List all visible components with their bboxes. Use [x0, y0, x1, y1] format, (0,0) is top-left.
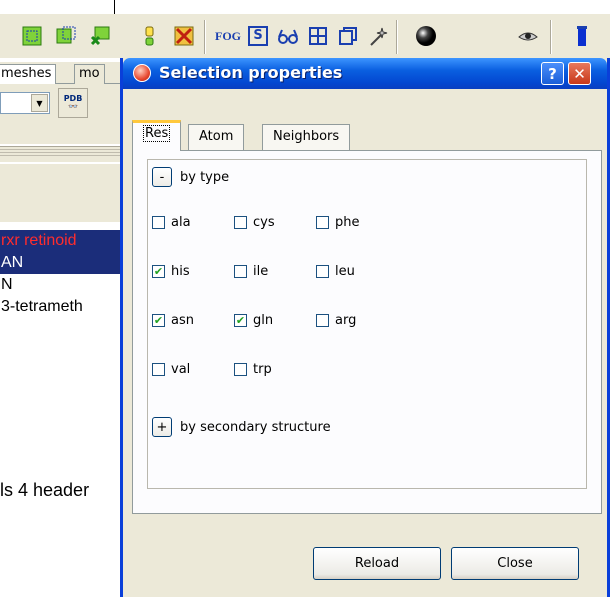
check-mark-icon: ✔: [153, 265, 164, 278]
tab-res[interactable]: Res: [132, 120, 182, 151]
select-add-icon[interactable]: [54, 24, 78, 48]
left-controls: ▼ PDB 👓: [0, 84, 124, 144]
box-grid-icon[interactable]: [306, 24, 330, 48]
list-item[interactable]: 3-tetrameth: [0, 296, 124, 318]
checkbox-label: cys: [253, 215, 275, 230]
checkbox-label: phe: [335, 215, 360, 230]
header-text: ls 4 header: [0, 480, 90, 500]
checkbox-box[interactable]: [152, 216, 165, 229]
main-toolbar: FOG S: [0, 14, 610, 58]
checkbox-cys[interactable]: cys: [234, 215, 275, 230]
checkbox-ala[interactable]: ala: [152, 215, 191, 230]
select-sidechain-icon[interactable]: [138, 24, 162, 48]
by-secondary-structure-group: + by secondary structure: [152, 415, 331, 439]
checkbox-asn[interactable]: ✔ asn: [152, 313, 194, 328]
selection-properties-dialog: Selection properties ? ✕ Res Atom Neighb…: [120, 58, 610, 597]
divider: [0, 146, 124, 162]
molecule-list: rxr retinoid AN N 3-tetrameth: [0, 230, 124, 318]
checkbox-trp[interactable]: trp: [234, 362, 272, 377]
s-label: S: [248, 26, 268, 46]
collapse-button[interactable]: -: [152, 167, 172, 187]
checkbox-label: asn: [171, 313, 194, 328]
box-outline-icon[interactable]: [336, 24, 360, 48]
toolbar-separator: [396, 20, 398, 54]
checkbox-box[interactable]: [234, 265, 247, 278]
checkbox-label: trp: [253, 362, 272, 377]
select-green-icon[interactable]: [20, 24, 44, 48]
tab-res-label: Res: [143, 125, 171, 142]
left-panel: meshes mo ▼ PDB 👓 rxr retinoid AN N 3-te…: [0, 58, 124, 597]
checkbox-phe[interactable]: phe: [316, 215, 360, 230]
checkbox-label: gln: [253, 313, 274, 328]
checkbox-box[interactable]: [152, 363, 165, 376]
checkbox-box[interactable]: [316, 314, 329, 327]
dialog-titlebar[interactable]: Selection properties ? ✕: [123, 58, 607, 89]
checkbox-box[interactable]: ✔: [152, 314, 165, 327]
help-button[interactable]: ?: [541, 62, 564, 85]
reload-button[interactable]: Reload: [313, 547, 441, 580]
checkbox-his[interactable]: ✔ his: [152, 264, 190, 279]
delete-selection-icon[interactable]: [172, 24, 196, 48]
check-mark-icon: ✔: [153, 314, 164, 327]
checkbox-box[interactable]: [316, 216, 329, 229]
close-button[interactable]: Close: [451, 547, 579, 580]
toolbar-separator: [204, 20, 206, 54]
pdb-button[interactable]: PDB 👓: [58, 88, 88, 118]
check-mark-icon: ✔: [235, 314, 246, 327]
dialog-title: Selection properties: [159, 63, 343, 82]
wand-icon[interactable]: [366, 24, 390, 48]
list-item[interactable]: N: [0, 274, 124, 296]
checkbox-label: leu: [335, 264, 355, 279]
checkbox-val[interactable]: val: [152, 362, 190, 377]
by-type-group: - by type: [152, 165, 229, 189]
by-secondary-structure-label: by secondary structure: [180, 419, 331, 435]
close-window-button[interactable]: ✕: [568, 62, 591, 85]
res-tab-panel: - by type ala cys phe ✔ his ile leu ✔ as…: [132, 150, 602, 514]
checkbox-label: ala: [171, 215, 191, 230]
tab-mo[interactable]: mo: [74, 64, 105, 84]
checkbox-gln[interactable]: ✔ gln: [234, 313, 273, 328]
binoculars-icon: 👓: [68, 102, 78, 111]
checkbox-box[interactable]: [234, 216, 247, 229]
checkbox-box[interactable]: [234, 363, 247, 376]
sphere-icon[interactable]: [414, 24, 438, 48]
cylinder-icon[interactable]: [570, 24, 594, 48]
list-item[interactable]: rxr retinoid: [0, 230, 124, 252]
glasses-icon[interactable]: [276, 24, 300, 48]
checkbox-ile[interactable]: ile: [234, 264, 268, 279]
app-icon: [133, 64, 151, 82]
expand-button[interactable]: +: [152, 417, 172, 437]
checkbox-label: ile: [253, 264, 269, 279]
tab-atom[interactable]: Atom: [188, 124, 245, 150]
checkbox-label: val: [171, 362, 191, 377]
s-button[interactable]: S: [246, 24, 270, 48]
list-item[interactable]: AN: [0, 252, 124, 274]
panel-background: [0, 164, 124, 222]
structure-combo[interactable]: ▼: [0, 92, 50, 114]
select-move-icon[interactable]: [88, 24, 112, 48]
checkbox-box[interactable]: ✔: [152, 265, 165, 278]
checkbox-label: his: [171, 264, 190, 279]
left-tabstrip: meshes mo: [0, 62, 124, 84]
checkbox-label: arg: [335, 313, 357, 328]
eye-icon[interactable]: [516, 24, 540, 48]
tab-meshes[interactable]: meshes: [0, 64, 57, 84]
fog-button[interactable]: FOG: [215, 24, 241, 48]
checkbox-box[interactable]: [316, 265, 329, 278]
tab-neighbors[interactable]: Neighbors: [262, 124, 351, 150]
dialog-tabs: Res Atom Neighbors: [132, 120, 602, 152]
checkbox-arg[interactable]: arg: [316, 313, 356, 328]
by-type-label: by type: [180, 169, 230, 185]
checkbox-box[interactable]: ✔: [234, 314, 247, 327]
dropdown-arrow-icon[interactable]: ▼: [31, 94, 48, 112]
toolbar-separator: [550, 20, 552, 54]
group-frame: - by type ala cys phe ✔ his ile leu ✔ as…: [147, 159, 587, 489]
checkbox-leu[interactable]: leu: [316, 264, 355, 279]
